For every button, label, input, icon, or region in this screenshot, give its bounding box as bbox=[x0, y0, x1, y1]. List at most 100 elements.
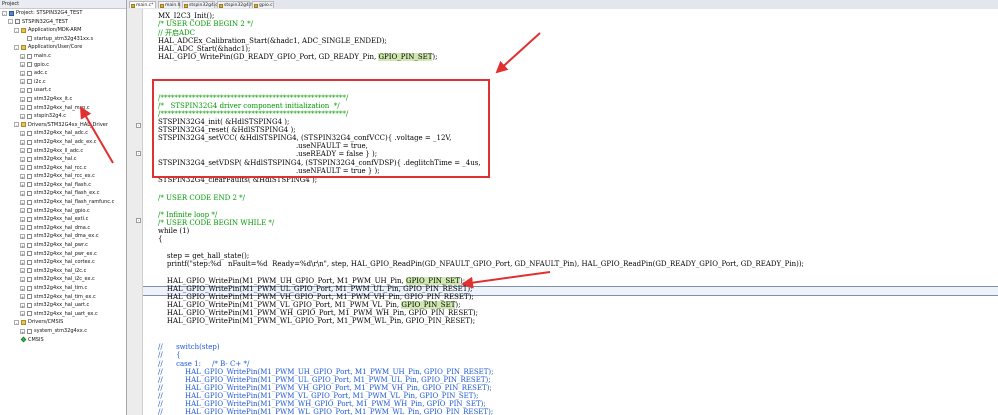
tree-item-label: stm32g4xx_hal_rcc_ex.c bbox=[34, 173, 95, 180]
fold-toggle-icon[interactable]: - bbox=[136, 151, 141, 156]
tree-item[interactable]: - Drivers/CMSIS bbox=[0, 318, 126, 327]
tree-item[interactable]: + stm32g4xx_hal_flash.c bbox=[0, 181, 126, 190]
tree-item[interactable]: + system_stm32g4xx.c bbox=[0, 327, 126, 336]
expand-icon[interactable]: + bbox=[20, 268, 25, 274]
editor-tab-label: gpio.c bbox=[259, 3, 273, 8]
expand-icon[interactable]: + bbox=[20, 62, 25, 68]
tree-item[interactable]: + stm32g4xx_hal_uart.c bbox=[0, 301, 126, 310]
tree-item[interactable]: + stm32g4xx_hal_uart_ex.c bbox=[0, 310, 126, 319]
expand-icon[interactable]: + bbox=[20, 251, 25, 257]
tree-item[interactable]: + stm32g4xx_hal_dma.c bbox=[0, 224, 126, 233]
fold-toggle-icon[interactable]: - bbox=[136, 218, 141, 223]
expand-icon[interactable]: + bbox=[20, 191, 25, 197]
collapse-icon[interactable]: - bbox=[8, 19, 13, 25]
tree-item-label: Drivers/STM32G4xx_HAL_Driver bbox=[28, 121, 108, 128]
collapse-icon[interactable]: - bbox=[14, 122, 19, 128]
expand-icon[interactable]: + bbox=[20, 105, 25, 111]
tree-item[interactable]: + stm32g4xx_hal_dma_ex.c bbox=[0, 232, 126, 241]
code-line: /* USER CODE BEGIN 2 */ bbox=[158, 20, 253, 29]
tree-item[interactable]: + stm32g4xx_hal_i2c_ex.c bbox=[0, 275, 126, 284]
expand-icon[interactable]: + bbox=[20, 173, 25, 180]
collapse-icon[interactable]: - bbox=[2, 10, 7, 17]
editor-tab[interactable]: stspin32g4.h bbox=[217, 1, 253, 8]
expand-icon[interactable]: + bbox=[20, 302, 25, 309]
expand-icon[interactable]: + bbox=[20, 139, 25, 146]
expand-icon[interactable]: + bbox=[20, 208, 25, 214]
expand-icon[interactable]: + bbox=[20, 294, 25, 300]
tree-item[interactable]: + stm32g4xx_hal_exti.c bbox=[0, 215, 126, 224]
editor-tab[interactable]: main.c* bbox=[129, 1, 156, 8]
expand-icon[interactable]: + bbox=[20, 113, 25, 120]
tree-item[interactable]: + i2c.c bbox=[0, 78, 126, 87]
tree-item[interactable]: - Application/User/Core bbox=[0, 43, 126, 52]
tree-item[interactable]: - Application/MDK-ARM bbox=[0, 26, 126, 35]
collapse-icon[interactable]: - bbox=[14, 27, 19, 34]
expand-icon[interactable]: + bbox=[20, 285, 25, 292]
tree-item[interactable]: + usart.c bbox=[0, 86, 126, 95]
expand-icon[interactable]: + bbox=[20, 148, 25, 154]
expand-icon[interactable]: + bbox=[20, 242, 25, 249]
tree-item[interactable]: + stm32g4xx_hal_adc.c bbox=[0, 129, 126, 138]
expand-icon[interactable]: + bbox=[20, 182, 25, 188]
code-text: // HAL_GPIO_WritePin(M1_PWM_VL_GPIO_Port… bbox=[158, 392, 479, 400]
tree-item[interactable]: + stm32g4xx_ll_adc.c bbox=[0, 147, 126, 156]
tree-item-label: stm32g4xx_hal_rcc.c bbox=[34, 164, 87, 171]
tree-item[interactable]: + adc.c bbox=[0, 69, 126, 78]
tree-item[interactable]: + stm32g4xx_hal_pwr.c bbox=[0, 241, 126, 250]
expand-icon[interactable]: + bbox=[20, 53, 25, 60]
collapse-icon[interactable]: - bbox=[14, 44, 19, 51]
editor-tab[interactable]: gpio.c bbox=[252, 1, 274, 8]
expand-icon[interactable]: + bbox=[20, 96, 25, 103]
expand-icon[interactable]: + bbox=[20, 259, 25, 266]
expand-icon[interactable]: + bbox=[20, 70, 25, 77]
code-text: HAL_GPIO_WritePin(M1_PWM_VH_GPIO_Port, M… bbox=[158, 293, 474, 301]
tree-item[interactable]: + stm32g4xx_it.c bbox=[0, 95, 126, 104]
tree-item[interactable]: + stm32g4xx_hal_rcc_ex.c bbox=[0, 172, 126, 181]
expand-icon[interactable]: + bbox=[20, 79, 25, 85]
tree-item[interactable]: + stm32g4xx_hal.c bbox=[0, 155, 126, 164]
tree-item[interactable]: + main.c bbox=[0, 52, 126, 61]
tree-item[interactable]: + stm32g4xx_hal_gpio.c bbox=[0, 207, 126, 216]
tree-item[interactable]: + stm32g4xx_hal_rcc.c bbox=[0, 164, 126, 173]
tree-item[interactable]: - Project: STSPIN32G4_TEST bbox=[0, 9, 126, 18]
tree-item[interactable]: + gpio.c bbox=[0, 61, 126, 70]
tree-item[interactable]: - STSPIN32G4_TEST bbox=[0, 18, 126, 27]
code-line: while (1) bbox=[158, 227, 189, 236]
code-text: ); bbox=[432, 53, 438, 61]
tree-item[interactable]: - Drivers/STM32G4xx_HAL_Driver bbox=[0, 121, 126, 130]
tree-item[interactable]: + stm32g4xx_hal_adc_ex.c bbox=[0, 138, 126, 147]
code-editor[interactable]: MX_I2C3_Init();/* USER CODE BEGIN 2 *///… bbox=[143, 9, 998, 415]
expand-icon[interactable]: + bbox=[20, 234, 25, 240]
editor-tab[interactable]: stspin32g4.c bbox=[182, 1, 218, 8]
tree-item[interactable]: + stspin32g4.c bbox=[0, 112, 126, 121]
expand-icon[interactable]: + bbox=[20, 277, 25, 283]
expand-icon[interactable]: + bbox=[20, 87, 25, 94]
expand-icon[interactable]: + bbox=[20, 130, 25, 137]
file-icon bbox=[27, 234, 32, 240]
tree-item-label: main.c bbox=[34, 52, 51, 59]
fold-toggle-icon[interactable]: - bbox=[136, 123, 141, 128]
tree-item[interactable]: + stm32g4xx_hal_pwr_ex.c bbox=[0, 250, 126, 259]
tree-item[interactable]: + stm32g4xx_hal_msp.c bbox=[0, 104, 126, 113]
expand-icon[interactable]: + bbox=[20, 225, 25, 231]
tree-item-label: stm32g4xx_hal_i2c_ex.c bbox=[34, 276, 95, 283]
tree-item[interactable]: + stm32g4xx_hal_flash_ramfunc.c bbox=[0, 198, 126, 207]
tree-item[interactable]: startup_stm32g431xx.s bbox=[0, 35, 126, 44]
tree-item-label: stm32g4xx_hal_tim_ex.c bbox=[34, 293, 96, 300]
tree-item[interactable]: CMSIS bbox=[0, 336, 126, 345]
tree-item[interactable]: + stm32g4xx_hal_cortex.c bbox=[0, 258, 126, 267]
tree-item-label: stm32g4xx_hal_gpio.c bbox=[34, 207, 90, 214]
tree-item[interactable]: + stm32g4xx_hal_flash_ex.c bbox=[0, 189, 126, 198]
tree-item-label: Application/MDK-ARM bbox=[28, 27, 82, 34]
tree-item[interactable]: + stm32g4xx_hal_i2c.c bbox=[0, 267, 126, 276]
editor-tab[interactable]: main.h bbox=[158, 1, 181, 8]
tree-item[interactable]: + stm32g4xx_hal_tim.c bbox=[0, 284, 126, 293]
tree-item[interactable]: + stm32g4xx_hal_tim_ex.c bbox=[0, 293, 126, 302]
expand-icon[interactable]: + bbox=[20, 199, 25, 206]
expand-icon[interactable]: + bbox=[20, 165, 25, 171]
expand-icon[interactable]: + bbox=[20, 156, 25, 163]
expand-icon[interactable]: + bbox=[20, 328, 25, 335]
expand-icon[interactable]: + bbox=[20, 216, 25, 223]
collapse-icon[interactable]: - bbox=[14, 319, 19, 326]
expand-icon[interactable]: + bbox=[20, 311, 25, 317]
